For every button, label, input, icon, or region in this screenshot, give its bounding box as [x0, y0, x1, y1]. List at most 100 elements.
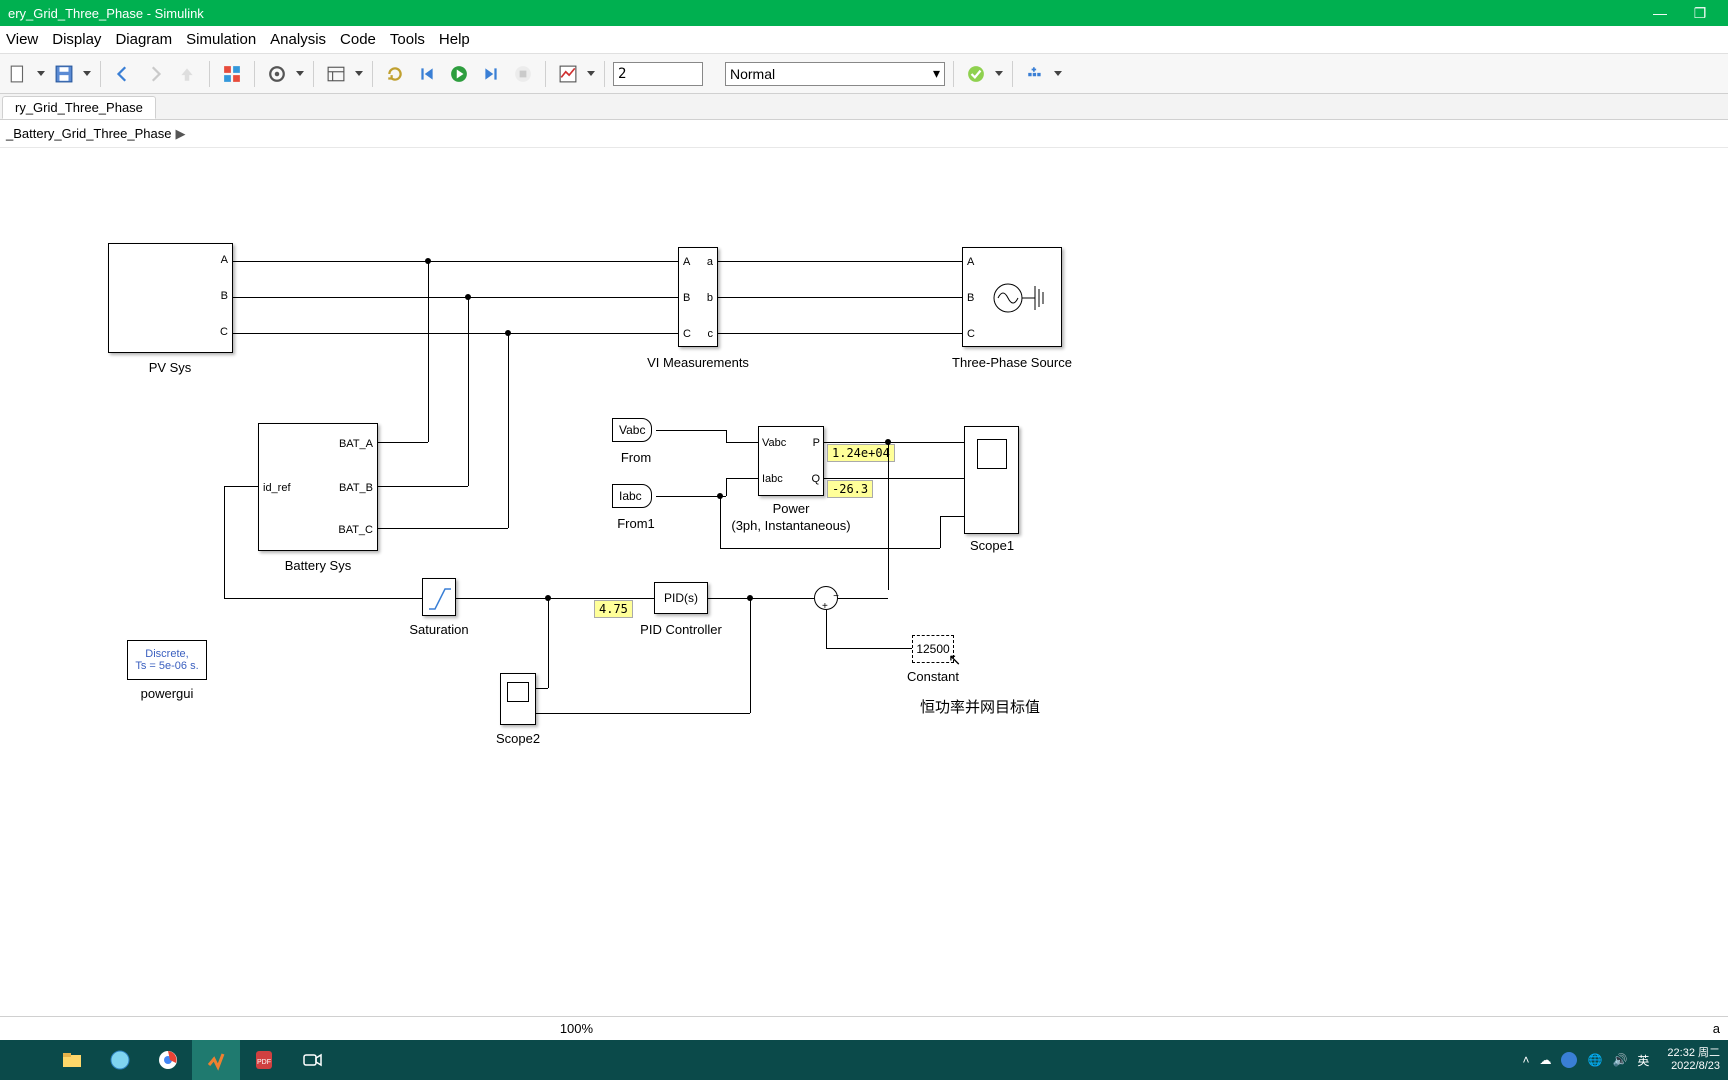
wire [718, 297, 962, 298]
step-back-button[interactable] [413, 60, 441, 88]
port-label: P [813, 437, 820, 449]
model-advisor-dropdown[interactable] [994, 71, 1004, 76]
save-button[interactable] [50, 60, 78, 88]
data-inspector-dropdown[interactable] [586, 71, 596, 76]
update-diagram-button[interactable] [381, 60, 409, 88]
wire [656, 496, 726, 497]
model-explorer-dropdown[interactable] [354, 71, 364, 76]
new-button[interactable] [4, 60, 32, 88]
toolbar: Normal▾ [0, 54, 1728, 94]
taskbar-recorder-icon[interactable] [288, 1040, 336, 1080]
menu-view[interactable]: View [6, 31, 38, 48]
taskbar-chrome-icon[interactable] [144, 1040, 192, 1080]
block-saturation[interactable] [422, 578, 456, 616]
config-dropdown[interactable] [295, 71, 305, 76]
zoom-level[interactable]: 100% [560, 1021, 593, 1036]
system-tray: ˄ ☁ 🌐 🔊 英 22:32 周二 2022/8/23 [1522, 1047, 1728, 1073]
wire [718, 333, 962, 334]
tray-chevron-icon[interactable]: ˄ [1522, 1053, 1529, 1067]
tray-app-icon[interactable] [1561, 1052, 1577, 1068]
tray-clock[interactable]: 22:32 周二 2022/8/23 [1659, 1047, 1720, 1073]
block-label: PV Sys [149, 360, 192, 375]
menu-analysis[interactable]: Analysis [270, 31, 326, 48]
breadcrumb-arrow-icon[interactable]: ▶ [175, 126, 185, 142]
wire [548, 598, 549, 688]
wire [468, 297, 469, 486]
block-label: Battery Sys [285, 558, 351, 573]
back-button[interactable] [109, 60, 137, 88]
model-canvas[interactable]: A B C PV Sys A B C a b c VI Measurements… [0, 148, 1728, 1016]
taskbar-explorer-icon[interactable] [48, 1040, 96, 1080]
minimize-button[interactable]: — [1640, 5, 1680, 21]
clock-date: 2022/8/23 [1667, 1060, 1720, 1073]
new-dropdown[interactable] [36, 71, 46, 76]
menu-simulation[interactable]: Simulation [186, 31, 256, 48]
wire [224, 486, 225, 598]
simulation-mode-select[interactable]: Normal▾ [725, 62, 945, 86]
taskbar-pdf-icon[interactable]: PDF [240, 1040, 288, 1080]
wire [233, 261, 678, 262]
port-label: B [221, 290, 228, 302]
block-scope2[interactable] [500, 673, 536, 725]
save-dropdown[interactable] [82, 71, 92, 76]
step-forward-button[interactable] [477, 60, 505, 88]
tray-ime[interactable]: 英 [1637, 1052, 1649, 1069]
build-button[interactable] [1021, 60, 1049, 88]
breadcrumb-root[interactable]: _Battery_Grid_Three_Phase [6, 126, 171, 141]
block-scope1[interactable] [964, 426, 1019, 534]
taskbar-ie-icon[interactable] [96, 1040, 144, 1080]
wire [726, 430, 727, 442]
model-explorer-button[interactable] [322, 60, 350, 88]
menu-code[interactable]: Code [340, 31, 376, 48]
powergui-line2: Ts = 5e-06 s. [135, 660, 198, 672]
block-battery-sys[interactable]: id_ref BAT_A BAT_B BAT_C [258, 423, 378, 551]
wire [726, 478, 727, 496]
block-power[interactable]: Vabc Iabc P Q [758, 426, 824, 496]
tab-bar: ry_Grid_Three_Phase [0, 94, 1728, 120]
wire [826, 610, 827, 648]
menu-tools[interactable]: Tools [390, 31, 425, 48]
data-inspector-button[interactable] [554, 60, 582, 88]
tag-text: Iabc [619, 489, 642, 503]
windows-taskbar: PDF ˄ ☁ 🌐 🔊 英 22:32 周二 2022/8/23 [0, 1040, 1728, 1080]
wire [378, 442, 428, 443]
block-vimeas[interactable]: A B C a b c [678, 247, 718, 347]
model-advisor-button[interactable] [962, 60, 990, 88]
up-button[interactable] [173, 60, 201, 88]
port-label: BAT_B [339, 482, 373, 494]
block-from-vabc[interactable]: Vabc [612, 418, 652, 442]
block-three-phase-source[interactable]: A B C [962, 247, 1062, 347]
taskbar-matlab-icon[interactable] [192, 1040, 240, 1080]
wire [536, 713, 750, 714]
port-label: C [967, 328, 975, 340]
model-tab[interactable]: ry_Grid_Three_Phase [2, 96, 156, 119]
menu-display[interactable]: Display [52, 31, 101, 48]
cursor-icon: ↖ [948, 650, 961, 670]
tray-onedrive-icon[interactable]: ☁ [1539, 1053, 1551, 1067]
menu-diagram[interactable]: Diagram [115, 31, 172, 48]
block-label: VI Measurements [647, 355, 749, 370]
stop-time-input[interactable] [613, 62, 703, 86]
block-label: From1 [617, 516, 655, 531]
forward-button[interactable] [141, 60, 169, 88]
block-label: Power [773, 501, 810, 516]
block-powergui[interactable]: Discrete, Ts = 5e-06 s. [127, 640, 207, 680]
stop-button[interactable] [509, 60, 537, 88]
menu-help[interactable]: Help [439, 31, 470, 48]
block-sum[interactable]: − + [814, 586, 838, 610]
port-label: b [707, 292, 713, 304]
port-label: A [221, 254, 228, 266]
run-button[interactable] [445, 60, 473, 88]
tray-volume-icon[interactable]: 🔊 [1612, 1053, 1627, 1067]
block-pvsys[interactable]: A B C [108, 243, 233, 353]
library-browser-button[interactable] [218, 60, 246, 88]
maximize-button[interactable]: ❐ [1680, 5, 1720, 22]
tray-network-icon[interactable]: 🌐 [1587, 1053, 1602, 1067]
wire [720, 496, 721, 548]
block-pid[interactable]: PID(s) [654, 582, 708, 614]
taskbar-start-icon[interactable] [0, 1040, 48, 1080]
block-from-iabc[interactable]: Iabc [612, 484, 652, 508]
config-button[interactable] [263, 60, 291, 88]
wire [378, 528, 508, 529]
build-dropdown[interactable] [1053, 71, 1063, 76]
